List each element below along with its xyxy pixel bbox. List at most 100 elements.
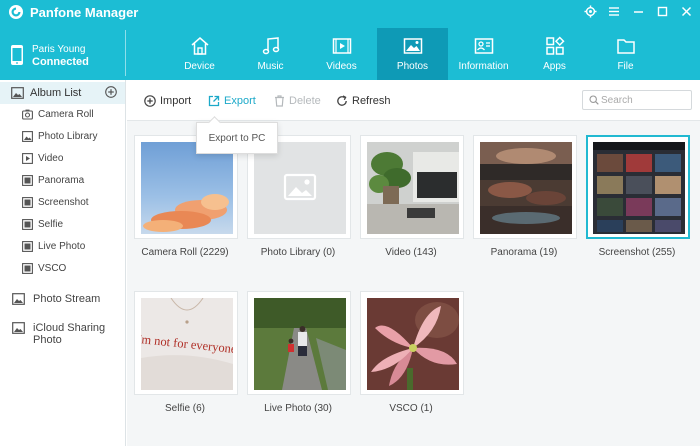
sidebar-item-selfie[interactable]: Selfie (0, 215, 125, 235)
sidebar-item-label: Screenshot (38, 197, 89, 208)
video-icon (332, 38, 351, 54)
tab-label: Information (458, 61, 509, 72)
album-card-vsco[interactable] (360, 291, 464, 395)
import-button[interactable]: Import (144, 93, 191, 109)
album-caption: VSCO (1) (389, 403, 433, 414)
photo-library-icon (22, 131, 33, 142)
sidebar-item-vsco[interactable]: VSCO (0, 259, 125, 279)
album-thumbnail (254, 142, 346, 234)
album-card-panorama[interactable] (473, 135, 577, 239)
sidebar-item-video[interactable]: Video (0, 149, 125, 169)
tab-videos[interactable]: Videos (306, 28, 377, 80)
placeholder-image-icon (254, 142, 346, 234)
camera-icon (22, 109, 33, 120)
app-title: Panfone Manager (30, 5, 139, 20)
minimize-icon[interactable] (630, 3, 646, 19)
refresh-icon (337, 95, 347, 106)
tooltip-text: Export to PC (208, 133, 266, 144)
export-label: Export (224, 95, 256, 107)
maximize-icon[interactable] (654, 3, 670, 19)
sidebar-item-label: Photo Library (38, 131, 98, 142)
album-caption: Photo Library (0) (260, 247, 336, 258)
device-name: Paris Young (32, 44, 86, 55)
sidebar-item-live-photo[interactable]: Live Photo (0, 237, 125, 257)
search-box[interactable] (582, 90, 692, 110)
add-album-icon[interactable] (105, 86, 117, 98)
tab-label: Photos (396, 61, 429, 72)
tshirt-text-thumbnail: 'm not for everyone. (141, 298, 233, 390)
window-controls (582, 3, 694, 19)
sidebar-item-label: Panorama (38, 175, 85, 186)
sidebar-item-camera-roll[interactable]: Camera Roll (0, 105, 125, 125)
desk-plant-thumbnail (367, 142, 459, 234)
sidebar-item-photo-library[interactable]: Photo Library (0, 127, 125, 147)
refresh-label: Refresh (352, 95, 391, 107)
settings-gear-icon[interactable] (582, 3, 598, 19)
sidebar-item-label: Photo Stream (33, 293, 101, 305)
import-label: Import (160, 95, 192, 107)
screenshot-icon (22, 197, 33, 208)
tab-photos[interactable]: Photos (377, 28, 448, 80)
album-caption: Live Photo (30) (264, 403, 332, 414)
album-caption: Selfie (6) (164, 403, 205, 414)
album-grid: Camera Roll (2229) Photo Library (0) Vid… (127, 120, 700, 446)
album-card-selfie[interactable]: 'm not for everyone. (134, 291, 238, 395)
refresh-button[interactable]: Refresh (336, 93, 391, 109)
header-bar: Panfone Manager Paris Young Connected De… (0, 0, 700, 80)
main-nav: Device Music Videos Photos Information A… (164, 28, 661, 80)
album-caption: Video (143) (385, 247, 437, 258)
dark-landscape-thumbnail (480, 142, 572, 234)
tab-music[interactable]: Music (235, 28, 306, 80)
album-thumbnail (141, 142, 233, 234)
search-input[interactable] (601, 93, 689, 107)
toolbar: Import Export Delete Refresh (127, 80, 700, 120)
sidebar: Album List Camera Roll Photo Library Vid… (0, 80, 126, 446)
sidebar-item-label: Live Photo (38, 241, 86, 252)
tab-apps[interactable]: Apps (519, 28, 590, 80)
sidebar-album-list[interactable]: Album List (0, 82, 125, 104)
tab-information[interactable]: Information (448, 28, 519, 80)
live-photo-icon (22, 241, 33, 252)
album-card-video[interactable] (360, 135, 464, 239)
album-card-live-photo[interactable] (247, 291, 351, 395)
folder-icon (616, 39, 635, 54)
sidebar-item-label: iCloud Sharing Photo (33, 322, 106, 346)
tab-file[interactable]: File (590, 28, 661, 80)
vsco-icon (22, 263, 33, 274)
contact-card-icon (474, 38, 493, 54)
album-caption: Panorama (19) (490, 247, 558, 258)
tab-label: Apps (543, 61, 566, 72)
tab-device[interactable]: Device (164, 28, 235, 80)
export-tooltip: Export to PC (196, 122, 278, 154)
album-thumbnail: 'm not for everyone. (141, 298, 233, 390)
sidebar-item-label: Camera Roll (38, 109, 94, 120)
selfie-icon (22, 219, 33, 230)
trash-icon (275, 95, 284, 107)
close-icon[interactable] (678, 3, 694, 19)
menu-icon[interactable] (606, 3, 622, 19)
park-path-thumbnail (254, 298, 346, 390)
album-card-screenshot[interactable] (586, 135, 690, 239)
delete-button[interactable]: Delete (274, 93, 321, 109)
screenshot-grid-thumbnail (593, 142, 685, 234)
sidebar-item-screenshot[interactable]: Screenshot (0, 193, 125, 213)
export-icon (208, 95, 220, 107)
device-info[interactable]: Paris Young Connected (0, 30, 126, 76)
album-caption: Screenshot (255) (598, 247, 676, 258)
icloud-sharing-icon (12, 322, 25, 334)
photo-icon (403, 38, 422, 54)
sidebar-item-panorama[interactable]: Panorama (0, 171, 125, 191)
sidebar-item-label: VSCO (38, 263, 67, 274)
delete-label: Delete (289, 95, 321, 107)
album-thumbnail (593, 142, 685, 234)
album-list-label: Album List (30, 87, 82, 99)
sky-clouds-thumbnail (141, 142, 233, 234)
video-play-icon (22, 153, 33, 164)
sidebar-item-icloud-sharing[interactable]: iCloud Sharing Photo (0, 317, 125, 346)
sidebar-item-photo-stream[interactable]: Photo Stream (0, 288, 125, 310)
sidebar-item-label: Video (38, 153, 64, 164)
export-button[interactable]: Export (208, 93, 256, 109)
app-logo-icon (9, 5, 23, 19)
device-status: Connected (32, 56, 89, 68)
panorama-icon (22, 175, 33, 186)
